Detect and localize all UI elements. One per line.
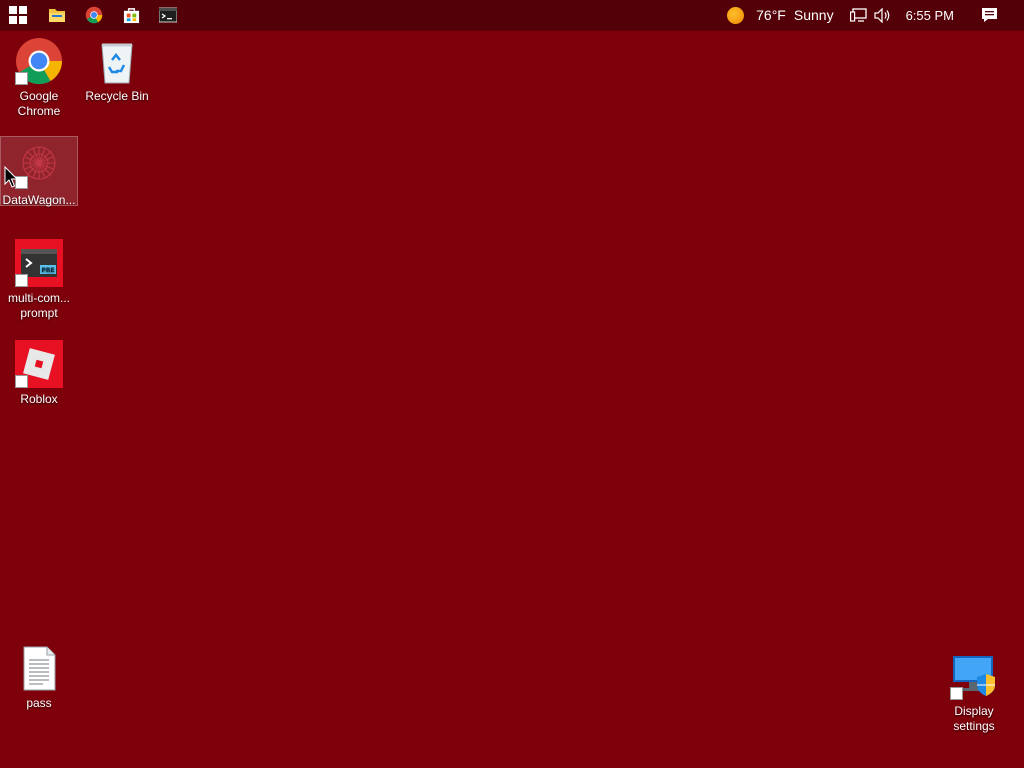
network-button[interactable] [848,0,870,30]
speaker-icon [874,7,890,23]
store-button[interactable] [113,0,149,30]
shortcut-arrow-icon [950,687,963,700]
text-file-icon [23,646,56,691]
desktop-icon-roblox[interactable]: Roblox [1,336,77,408]
weather-temperature: 76°F [756,7,786,23]
desktop-icon-pass[interactable]: pass [1,640,77,712]
shortcut-arrow-icon [15,72,28,85]
shortcut-arrow-icon [15,274,28,287]
chrome-icon [85,6,103,24]
desktop-icon-recycle-bin[interactable]: Recycle Bin [79,33,155,105]
desktop-icon-label: Display settings [953,704,995,733]
file-explorer-button[interactable] [39,0,75,30]
sun-icon [727,6,745,24]
desktop-icon-display-settings[interactable]: Display settings [936,648,1012,733]
taskbar-clock[interactable]: 6:55 PM [906,8,954,23]
desktop-icon-label: pass [26,696,52,710]
network-icon [850,7,867,22]
shortcut-arrow-icon [15,375,28,388]
desktop-icon-multi-command-prompt[interactable]: PRE multi-com... prompt [1,235,77,321]
desktop-icon-google-chrome[interactable]: Google Chrome [1,33,77,119]
windows-logo-icon [9,6,27,24]
desktop-icon-label: DataWagon... [2,193,76,207]
start-button[interactable] [0,0,36,30]
weather-widget[interactable]: 76°F Sunny [727,6,834,24]
desktop-icon-label: Recycle Bin [85,89,149,103]
chrome-taskbar-button[interactable] [76,0,112,30]
action-center-button[interactable] [978,0,1000,30]
weather-condition: Sunny [793,7,834,23]
svg-text:PRE: PRE [41,267,54,274]
system-tray: 76°F Sunny 6:55 PM [727,0,1024,30]
volume-button[interactable] [872,0,894,30]
desktop-icon-label: multi-com... prompt [7,291,70,320]
mouse-cursor-icon [4,166,18,188]
desktop-icon-label: Google Chrome [17,89,61,118]
terminal-icon [159,7,177,23]
notification-icon [981,8,997,22]
taskbar: 76°F Sunny 6:55 PM [0,0,1024,30]
terminal-button[interactable] [150,0,186,30]
desktop-icon-label: Roblox [20,392,58,406]
recycle-bin-icon [101,43,133,84]
folder-icon [49,9,65,22]
store-bag-icon [123,7,139,23]
